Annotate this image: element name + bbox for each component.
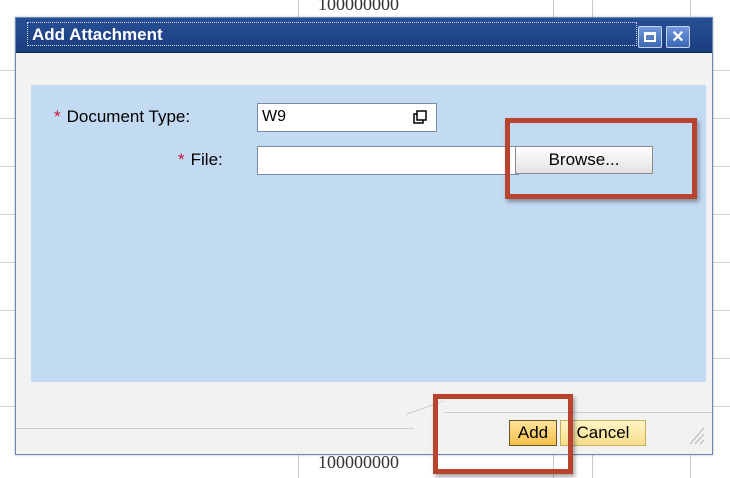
resize-grip-icon[interactable] <box>686 420 706 446</box>
file-label-text: File: <box>190 150 223 169</box>
background-cell-text: 100000000 <box>318 0 399 14</box>
document-type-label: * Document Type: <box>54 107 190 127</box>
close-icon: ✕ <box>671 29 685 46</box>
required-marker: * <box>178 150 185 169</box>
document-type-input[interactable]: W9 <box>257 103 437 132</box>
close-button[interactable]: ✕ <box>666 26 690 48</box>
background-cell-text: 100000000 <box>318 452 399 472</box>
add-highlight-box <box>433 394 573 474</box>
required-marker: * <box>54 107 61 126</box>
file-label: * File: <box>178 150 223 170</box>
footer-divider <box>16 428 414 429</box>
file-input[interactable] <box>257 146 519 175</box>
dialog-titlebar[interactable]: Add Attachment ✕ <box>16 18 712 53</box>
value-help-icon[interactable] <box>413 110 427 124</box>
maximize-icon <box>644 32 656 42</box>
document-type-value: W9 <box>262 108 286 125</box>
dialog-title: Add Attachment <box>32 25 163 44</box>
add-attachment-dialog: Add Attachment ✕ * Document Type: W9 * Fil… <box>15 17 713 455</box>
document-type-label-text: Document Type: <box>66 107 191 126</box>
browse-highlight-box <box>505 118 697 199</box>
maximize-button[interactable] <box>638 26 662 48</box>
